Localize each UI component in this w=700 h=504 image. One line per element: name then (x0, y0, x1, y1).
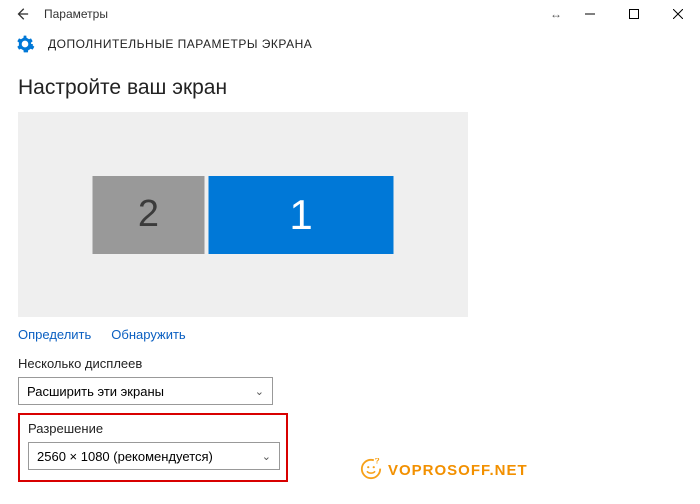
watermark: ? VOPROSOFF.NET (360, 458, 528, 483)
watermark-logo-icon: ? (360, 458, 382, 483)
resolution-highlight: Разрешение 2560 × 1080 (рекомендуется) ⌄ (18, 413, 288, 482)
close-icon (673, 9, 683, 19)
monitor-2[interactable]: 2 (93, 176, 205, 254)
identify-link[interactable]: Определить (18, 327, 91, 342)
page-header: ДОПОЛНИТЕЛЬНЫЕ ПАРАМЕТРЫ ЭКРАНА (0, 28, 700, 64)
watermark-text: VOPROSOFF.NET (388, 462, 528, 479)
close-button[interactable] (656, 0, 700, 28)
chevron-down-icon: ⌄ (255, 385, 264, 398)
window-controls: ↔ (544, 0, 700, 28)
maximize-icon (629, 9, 639, 19)
minimize-button[interactable] (568, 0, 612, 28)
svg-text:?: ? (375, 458, 380, 466)
multi-displays-value: Расширить эти экраны (27, 384, 164, 399)
window-title: Параметры (44, 7, 544, 21)
monitors-group: 2 1 (91, 176, 396, 254)
resolution-value: 2560 × 1080 (рекомендуется) (37, 449, 213, 464)
monitor-1[interactable]: 1 (209, 176, 394, 254)
resolution-label: Разрешение (28, 421, 278, 436)
arrow-left-icon (15, 7, 29, 21)
multi-displays-label: Несколько дисплеев (18, 356, 682, 371)
monitor-1-label: 1 (289, 191, 312, 239)
titlebar: Параметры ↔ (0, 0, 700, 28)
multi-displays-select[interactable]: Расширить эти экраны ⌄ (18, 377, 273, 405)
content-area: Настройте ваш экран 2 1 Определить Обнар… (0, 76, 700, 482)
resolution-select[interactable]: 2560 × 1080 (рекомендуется) ⌄ (28, 442, 280, 470)
display-links: Определить Обнаружить (18, 327, 682, 342)
minimize-icon (585, 9, 595, 19)
maximize-button[interactable] (612, 0, 656, 28)
resize-hint-icon: ↔ (544, 7, 568, 21)
gear-icon (14, 34, 36, 54)
back-button[interactable] (8, 0, 36, 28)
detect-link[interactable]: Обнаружить (111, 327, 185, 342)
display-arrangement-area[interactable]: 2 1 (18, 112, 468, 317)
monitor-2-label: 2 (138, 193, 159, 236)
chevron-down-icon: ⌄ (262, 450, 271, 463)
section-title: ДОПОЛНИТЕЛЬНЫЕ ПАРАМЕТРЫ ЭКРАНА (48, 37, 312, 51)
page-heading: Настройте ваш экран (18, 76, 682, 100)
